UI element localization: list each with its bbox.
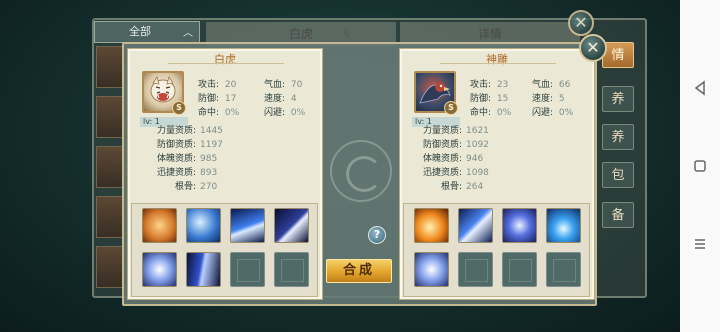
aptitude-agility: 迅捷资质: 893 [156,168,218,178]
grade-badge: S [444,101,458,115]
right-skill-panel [403,203,590,297]
aptitude-root-bone: 根骨: 264 [440,182,484,192]
empty-skill-slot[interactable] [546,252,581,287]
pet-list-item[interactable] [96,196,124,238]
aptitude-defense: 防御资质: 1092 [422,140,489,150]
right-pet-name: 神雕 [486,53,508,66]
dialog-close-button[interactable]: ✕ [579,34,607,62]
help-button[interactable]: ? [368,226,386,244]
game-screen: 全部 ︿ 白虎 ✎ 详情 情 养 养 包 备 ✕ 白虎 S lv: 1 攻击: … [0,0,680,332]
empty-skill-slot[interactable] [458,252,493,287]
stat-dodge: 闪避: 0% [532,108,574,118]
pet-list-item[interactable] [96,46,124,88]
stat-defense: 防御: 17 [198,94,237,104]
ice-blade-skill-icon[interactable] [458,208,493,243]
edit-icon[interactable]: ✎ [342,28,354,41]
divider [168,63,284,64]
aptitude-defense: 防御资质: 1197 [156,140,223,150]
slash-skill-icon[interactable] [274,208,309,243]
background-close-button[interactable]: ✕ [568,10,594,36]
filter-dropdown-label: 全部 [129,25,151,38]
grade-badge: S [172,101,186,115]
left-skill-panel [131,203,318,297]
stat-dodge: 闪避: 0% [264,108,306,118]
aptitude-root-bone: 根骨: 270 [174,182,218,192]
ice-spike-skill-icon[interactable] [186,252,221,287]
fire-slash-skill-icon[interactable] [414,208,449,243]
stat-accuracy: 命中: 0% [198,108,240,118]
empty-skill-slot[interactable] [274,252,309,287]
aptitude-agility: 迅捷资质: 1098 [422,168,489,178]
aptitude-strength: 力量资质: 1621 [422,126,489,136]
menu-icon[interactable] [692,236,708,252]
aptitude-strength: 力量资质: 1445 [156,126,223,136]
left-pet-name: 白虎 [214,53,236,66]
pet-list-item[interactable] [96,146,124,188]
chevron-up-icon: ︿ [183,28,193,39]
orb-skill-icon[interactable] [414,252,449,287]
pet-list-item[interactable] [96,96,124,138]
stat-speed: 速度: 5 [532,94,565,104]
shield-skill-icon[interactable] [502,208,537,243]
side-tab-bag[interactable]: 包 [602,162,634,188]
tiger-claw-skill-icon[interactable] [142,208,177,243]
filter-dropdown[interactable]: 全部 ︿ [94,21,200,43]
side-tab-raise[interactable]: 养 [602,124,634,150]
orb-skill-icon[interactable] [142,252,177,287]
system-navigation-bar [680,0,720,332]
side-tab-equip[interactable]: 备 [602,202,634,228]
back-icon[interactable] [692,80,708,96]
stat-accuracy: 命中: 0% [470,108,512,118]
divider [440,63,556,64]
stat-defense: 防御: 15 [470,94,509,104]
stat-hp: 气血: 66 [532,80,571,90]
aptitude-physique: 体魄资质: 985 [156,154,218,164]
close-icon: ✕ [586,38,600,57]
stat-hp: 气血: 70 [264,80,303,90]
stat-attack: 攻击: 20 [198,80,237,90]
close-icon: ✕ [574,13,588,32]
compose-button[interactable]: 合成 [326,259,392,283]
lightning-skill-icon[interactable] [186,208,221,243]
side-tab-train[interactable]: 养 [602,86,634,112]
whirlwind-skill-icon[interactable] [546,208,581,243]
aptitude-physique: 体魄资质: 946 [422,154,484,164]
home-icon[interactable] [692,158,708,174]
empty-skill-slot[interactable] [502,252,537,287]
dragon-emblem-icon [330,140,392,202]
pet-list-item[interactable] [96,246,124,288]
stat-attack: 攻击: 23 [470,80,509,90]
blade-wave-skill-icon[interactable] [230,208,265,243]
empty-skill-slot[interactable] [230,252,265,287]
stat-speed: 速度: 4 [264,94,297,104]
pet-list [96,46,124,294]
